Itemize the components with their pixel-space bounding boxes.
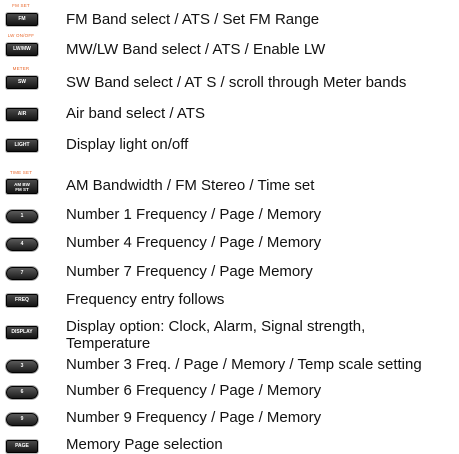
number-9-button[interactable]: 9 [6,413,38,426]
am-bw-fm-st-button[interactable]: AM BW FM ST [6,179,38,194]
number-7-button[interactable]: 7 [6,267,38,280]
time-set-secondary-label: TIME SET [9,170,33,175]
display-button[interactable]: DISPLAY [6,326,38,339]
number-7-description: Number 7 Frequency / Page Memory [66,263,313,280]
freq-button[interactable]: FREQ [6,294,38,307]
number-6-button[interactable]: 6 [6,386,38,399]
lw-mw-button-description: MW/LW Band select / ATS / Enable LW [66,41,326,58]
air-button-description: Air band select / ATS [66,105,205,122]
sw-button[interactable]: SW [6,76,38,89]
sw-button-description: SW Band select / AT S / scroll through M… [66,74,407,91]
display-button-description-line1: Display option: Clock, Alarm, Signal str… [66,318,366,335]
light-button-description: Display light on/off [66,136,189,153]
light-button[interactable]: LIGHT [6,139,38,152]
number-6-description: Number 6 Frequency / Page / Memory [66,382,322,399]
number-3-description: Number 3 Freq. / Page / Memory / Temp sc… [66,356,422,373]
number-3-button[interactable]: 3 [6,360,38,373]
freq-button-description: Frequency entry follows [66,291,225,308]
number-4-description: Number 4 Frequency / Page / Memory [66,234,322,251]
am-bw-fm-st-description: AM Bandwidth / FM Stereo / Time set [66,177,315,194]
number-1-button[interactable]: 1 [6,210,38,223]
fm-button[interactable]: FM [6,13,38,26]
fm-set-secondary-label: FM SET [12,3,30,8]
display-button-description-line2: Temperature [66,335,151,352]
fm-st-button-line: FM ST [15,186,29,192]
lw-mw-button[interactable]: LW/MW [6,43,38,56]
meter-secondary-label: METER [12,66,30,71]
page-button[interactable]: PAGE [6,440,38,453]
lw-onoff-secondary-label: LW ON/OFF [7,33,35,38]
page-button-description: Memory Page selection [66,436,223,453]
number-9-description: Number 9 Frequency / Page / Memory [66,409,322,426]
number-4-button[interactable]: 4 [6,238,38,251]
number-1-description: Number 1 Frequency / Page / Memory [66,206,322,223]
fm-button-description: FM Band select / ATS / Set FM Range [66,11,320,28]
air-button[interactable]: AIR [6,108,38,121]
